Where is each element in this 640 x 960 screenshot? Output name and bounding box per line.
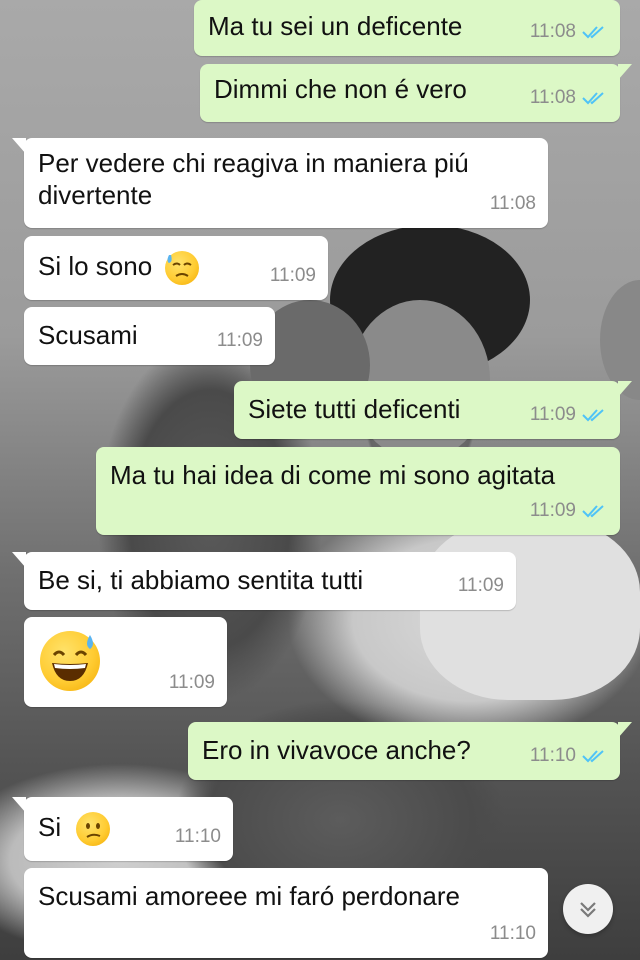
message-meta: 11:08 (530, 16, 608, 48)
message-time: 11:09 (457, 575, 504, 596)
read-ticks-icon (582, 409, 604, 422)
message-meta: 11:09 (530, 495, 608, 527)
message-time: 11:10 (174, 826, 221, 847)
message-time: 11:10 (489, 923, 536, 944)
message-text: Per vedere chi reagiva in maniera piú di… (38, 148, 469, 210)
message-incoming[interactable]: Per vedere chi reagiva in maniera piú di… (12, 138, 548, 228)
message-outgoing[interactable]: Ero in vivavoce anche? 11:10 (188, 722, 632, 780)
message-text: Scusami (38, 320, 138, 350)
message-outgoing[interactable]: Dimmi che non é vero 11:08 (200, 64, 632, 122)
message-text: Dimmi che non é vero (214, 74, 467, 104)
message-meta: 11:09 (530, 399, 608, 431)
message-meta: 11:10 (490, 918, 536, 950)
message-text: Si (38, 811, 111, 847)
message-incoming[interactable]: Scusami amoreee mi faró perdonare 11:10 (24, 868, 548, 958)
message-meta: 11:09 (217, 325, 263, 357)
read-ticks-icon (582, 505, 604, 518)
double-chevron-down-icon (580, 902, 596, 918)
message-outgoing[interactable]: Ma tu sei un deficente 11:08 (194, 0, 620, 56)
message-text: Scusami amoreee mi faró perdonare (38, 881, 460, 911)
face-with-cold-sweat-icon (165, 251, 200, 286)
message-text: Si lo sono (38, 250, 200, 286)
message-outgoing[interactable]: Ma tu hai idea di come mi sono agitata 1… (96, 447, 620, 535)
message-text: Ero in vivavoce anche? (202, 735, 471, 765)
message-time: 11:08 (529, 21, 576, 42)
message-incoming[interactable]: 11:09 (24, 617, 227, 707)
message-time: 11:09 (216, 330, 263, 351)
read-ticks-icon (582, 750, 604, 763)
message-time: 11:10 (529, 745, 576, 766)
read-ticks-icon (582, 26, 604, 39)
message-meta: 11:10 (530, 740, 608, 772)
message-text-content: Si lo sono (38, 251, 153, 281)
message-text: Siete tutti deficenti (248, 394, 461, 424)
message-incoming[interactable]: Si lo sono 11:09 (24, 236, 328, 300)
read-ticks-icon (582, 92, 604, 105)
message-meta: 11:09 (458, 570, 504, 602)
message-meta: 11:09 (270, 260, 316, 292)
message-text: Be si, ti abbiamo sentita tutti (38, 565, 364, 595)
grinning-face-with-sweat-icon (40, 631, 100, 691)
scroll-to-bottom-button[interactable] (563, 884, 613, 934)
message-incoming[interactable]: Be si, ti abbiamo sentita tutti 11:09 (12, 552, 516, 610)
message-meta: 11:08 (530, 82, 608, 114)
message-meta: 11:10 (175, 821, 221, 853)
message-time: 11:08 (529, 87, 576, 108)
message-meta: 11:08 (490, 188, 536, 220)
message-time: 11:09 (168, 672, 215, 693)
message-incoming[interactable]: Scusami 11:09 (24, 307, 275, 365)
confused-face-icon (76, 812, 111, 847)
message-text-content: Si (38, 812, 62, 842)
message-text: Ma tu hai idea di come mi sono agitata (110, 460, 556, 490)
message-text: Ma tu sei un deficente (208, 11, 463, 41)
message-time: 11:09 (529, 500, 576, 521)
message-time: 11:08 (489, 193, 536, 214)
message-incoming[interactable]: Si 11:10 (12, 797, 233, 861)
message-outgoing[interactable]: Siete tutti deficenti 11:09 (234, 381, 632, 439)
chat-messages: Ma tu sei un deficente 11:08 Dimmi che n… (0, 0, 640, 960)
message-meta: 11:09 (169, 667, 215, 699)
message-time: 11:09 (269, 265, 316, 286)
message-time: 11:09 (529, 404, 576, 425)
